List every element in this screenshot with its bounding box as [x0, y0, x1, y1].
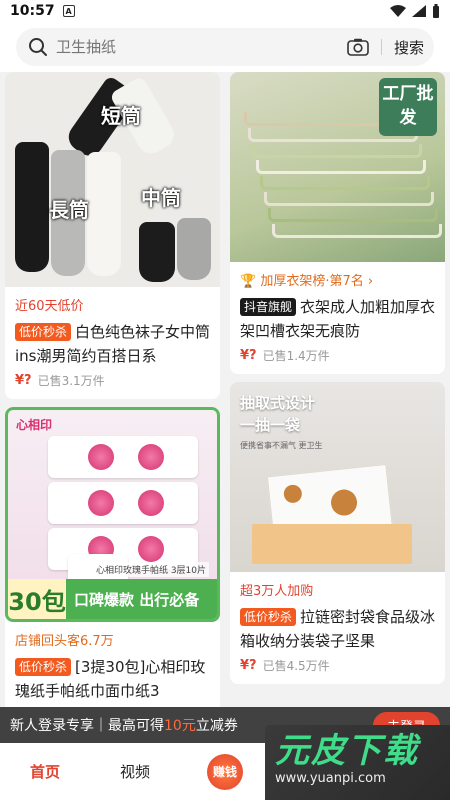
bag-headline-2: 一抽一袋	[240, 416, 301, 434]
sold-count: 已售4.5万件	[262, 659, 330, 673]
watermark-url: www.yuanpi.com	[275, 771, 386, 786]
search-input[interactable]	[56, 38, 347, 56]
pack-count: 30包	[8, 579, 66, 619]
price: ¥?	[240, 348, 257, 363]
sock-label-mid: 中筒	[141, 186, 181, 210]
promo-text-b: 立减券	[195, 718, 238, 734]
product-title: 低价秒杀 [3提30包]心相印玫瑰纸手帕纸巾面巾纸3	[15, 655, 212, 703]
card-body: 近60天低价 低价秒杀 白色纯色袜子女中筒ins潮男简约百搭日系 ¥? 已售3.1万…	[5, 287, 220, 399]
factory-wholesale-stamp: 工厂批发	[379, 78, 437, 136]
tissue-spec-label: 心相印玫瑰手帕纸 3层10片	[92, 562, 209, 577]
rose-graphic	[88, 490, 114, 516]
bag-subline: 便携省事不漏气 更卫生	[240, 441, 323, 450]
feed-column-left: 短筒 長筒 中筒 近60天低价 低价秒杀 白色纯色袜子女中筒ins潮男简约百搭日系…	[5, 72, 220, 712]
watermark-title: 元皮下载	[275, 731, 419, 771]
flash-sale-badge: 低价秒杀	[15, 323, 72, 341]
notification-icon: A	[62, 5, 75, 17]
cookie-graphic	[329, 488, 359, 517]
wifi-icon	[390, 5, 406, 17]
hanger	[252, 144, 422, 158]
product-card-socks[interactable]: 短筒 長筒 中筒 近60天低价 低价秒杀 白色纯色袜子女中筒ins潮男简约百搭日系…	[5, 72, 220, 399]
battery-icon	[433, 4, 439, 18]
flash-sale-badge: 低价秒杀	[240, 608, 297, 626]
card-body: 🏆 加厚衣架榜·第7名 › 抖音旗舰 衣架成人加粗加厚衣架凹槽衣架无痕防 ¥? 已售…	[230, 262, 445, 374]
sock-gray	[177, 218, 211, 280]
flagship-badge: 抖音旗舰	[240, 298, 297, 316]
flash-sale-badge: 低价秒杀	[15, 658, 72, 676]
search-bar[interactable]: 搜索	[16, 28, 434, 66]
camera-icon[interactable]	[347, 38, 369, 56]
trophy-icon: 🏆	[240, 274, 257, 289]
product-image-tissues: 心相印 心相印玫瑰手帕纸 3层10片 30包 口碑爆款 出行必备	[5, 407, 220, 622]
sock-label-long: 長筒	[49, 198, 89, 222]
product-title: 低价秒杀 白色纯色袜子女中筒ins潮男简约百搭日系	[15, 320, 212, 368]
hanger	[256, 160, 426, 174]
search-icon	[29, 38, 47, 56]
sock-label-short: 短筒	[101, 104, 141, 128]
tissue-slogan: 口碑爆款 出行必备	[74, 590, 200, 609]
product-feed[interactable]: 短筒 長筒 中筒 近60天低价 低价秒杀 白色纯色袜子女中筒ins潮男简约百搭日系…	[0, 72, 450, 712]
nav-home[interactable]: 首页	[0, 761, 90, 782]
card-body: 店铺回头客6.7万 低价秒杀 [3提30包]心相印玫瑰纸手帕纸巾面巾纸3	[5, 622, 220, 712]
bag-box	[252, 524, 412, 564]
sock-black	[15, 142, 49, 272]
rose-graphic	[138, 444, 164, 470]
product-meta: ¥? 已售1.4万件	[240, 347, 437, 364]
cookie-graphic	[282, 483, 303, 504]
sock-black	[139, 222, 175, 282]
tissue-pack	[48, 482, 198, 524]
feed-column-right: 工厂批发 🏆 加厚衣架榜·第7名 › 抖音旗舰 衣架成人加粗加厚衣架凹槽衣架无痕防…	[230, 72, 445, 692]
product-card-tissues[interactable]: 心相印 心相印玫瑰手帕纸 3层10片 30包 口碑爆款 出行必备 店铺回头客6.…	[5, 407, 220, 712]
tissue-banner: 30包 口碑爆款 出行必备	[8, 579, 217, 619]
sold-count: 已售1.4万件	[262, 349, 330, 363]
hanger	[272, 224, 442, 238]
product-meta: ¥? 已售4.5万件	[240, 657, 437, 674]
product-card-bags[interactable]: 抽取式设计一抽一袋 便携省事不漏气 更卫生 超3万人加购 低价秒杀 拉链密封袋食品…	[230, 382, 445, 684]
ranking-text: 加厚衣架榜·第7名	[260, 274, 364, 289]
sock-white	[87, 152, 121, 276]
ranking-tag[interactable]: 🏆 加厚衣架榜·第7名 ›	[240, 270, 437, 289]
search-header: 搜索	[0, 22, 450, 72]
search-button[interactable]: 搜索	[394, 37, 424, 58]
product-image-socks: 短筒 長筒 中筒	[5, 72, 220, 287]
product-card-hangers[interactable]: 工厂批发 🏆 加厚衣架榜·第7名 › 抖音旗舰 衣架成人加粗加厚衣架凹槽衣架无痕防…	[230, 72, 445, 374]
rose-graphic	[138, 536, 164, 562]
brand-logo: 心相印	[16, 418, 53, 432]
rose-graphic	[88, 444, 114, 470]
chevron-right-icon: ›	[367, 274, 374, 289]
product-tagline: 近60天低价	[15, 299, 84, 314]
bag-headline: 抽取式设计 一抽一袋	[240, 392, 315, 436]
status-bar: 10:57 A	[0, 0, 450, 22]
hanger	[260, 176, 430, 190]
promo-amount: 10元	[164, 718, 196, 734]
price: ¥?	[15, 373, 32, 388]
hanger	[268, 208, 438, 222]
nav-earn[interactable]: 赚钱	[180, 753, 270, 790]
product-tagline: 超3万人加购	[240, 584, 314, 599]
earn-icon: 赚钱	[207, 753, 243, 790]
signal-icon	[412, 5, 426, 17]
search-divider	[380, 39, 382, 55]
status-icons	[390, 4, 440, 18]
site-watermark: 元皮下载 www.yuanpi.com	[265, 725, 450, 800]
nav-video[interactable]: 视频	[90, 761, 180, 782]
sold-count: 已售3.1万件	[37, 374, 105, 388]
product-title: 低价秒杀 拉链密封袋食品级冰箱收纳分装袋子坚果	[240, 605, 437, 653]
card-body: 超3万人加购 低价秒杀 拉链密封袋食品级冰箱收纳分装袋子坚果 ¥? 已售4.5万件	[230, 572, 445, 684]
promo-text-a: 新人登录专享｜最高可得	[10, 718, 164, 734]
price: ¥?	[240, 658, 257, 673]
bag-headline-1: 抽取式设计	[240, 394, 316, 412]
product-title: 抖音旗舰 衣架成人加粗加厚衣架凹槽衣架无痕防	[240, 295, 437, 343]
product-meta: ¥? 已售3.1万件	[15, 372, 212, 389]
product-image-hangers: 工厂批发	[230, 72, 445, 262]
product-tagline: 店铺回头客6.7万	[15, 634, 114, 649]
rose-graphic	[138, 490, 164, 516]
tissue-pack	[48, 436, 198, 478]
hanger	[264, 192, 434, 206]
status-time: 10:57	[10, 3, 55, 19]
product-image-bags: 抽取式设计一抽一袋 便携省事不漏气 更卫生	[230, 382, 445, 572]
